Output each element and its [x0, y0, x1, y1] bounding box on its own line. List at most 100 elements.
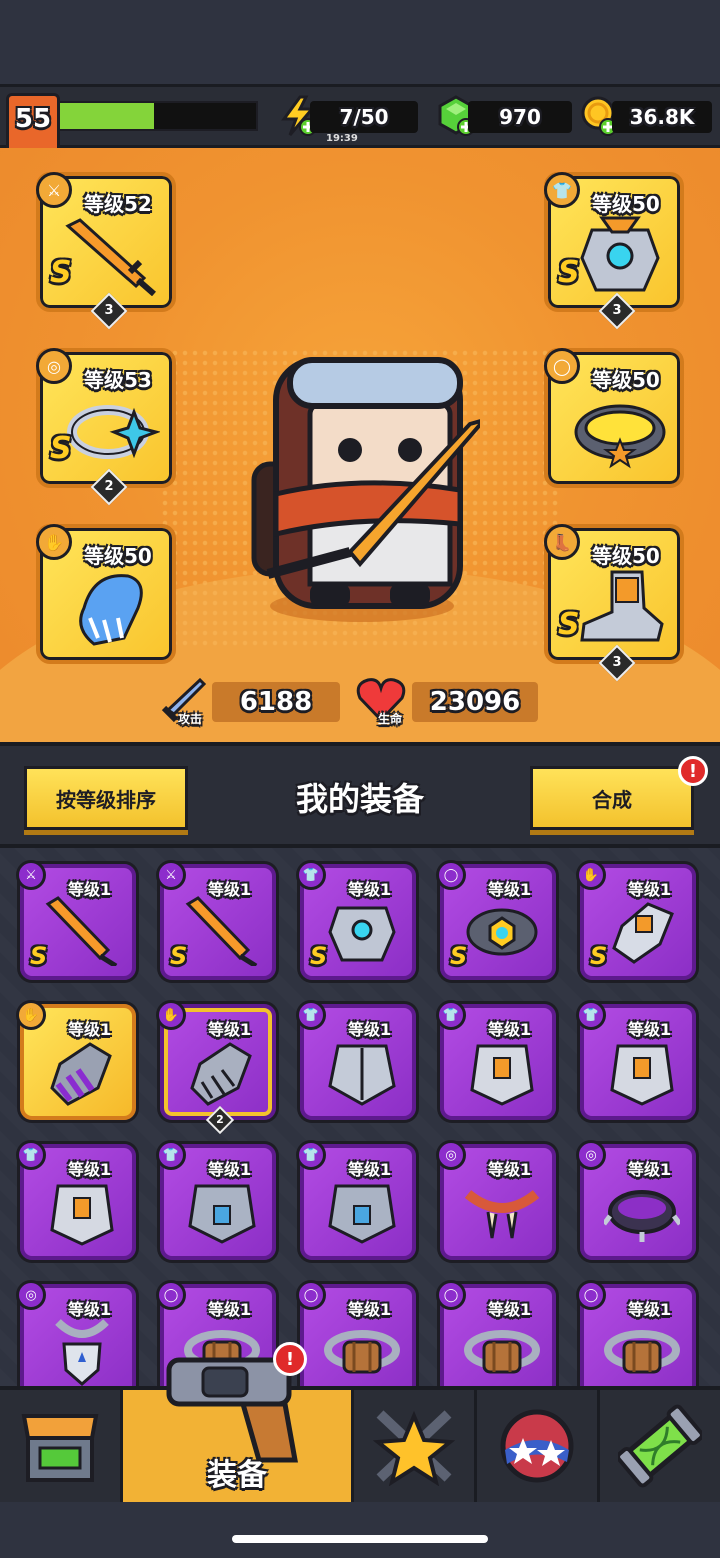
- belt-type-icon: ◯: [436, 1280, 466, 1310]
- weapon-type-icon: ⚔: [36, 172, 72, 208]
- inventory-item[interactable]: ✋ 等级1 S: [576, 860, 696, 980]
- star-count-badge: 3: [90, 292, 128, 330]
- energy-timer: 19:39: [326, 133, 358, 144]
- inventory-item[interactable]: ◯ 等级1: [436, 1280, 556, 1388]
- item-level: 等级1: [68, 1020, 112, 1039]
- star-count-badge: 2: [90, 468, 128, 506]
- armor-type-icon: 👕: [296, 1000, 326, 1030]
- armor-type-icon: 👕: [576, 1000, 606, 1030]
- equipped-level: 等级50: [84, 544, 152, 568]
- inventory-item[interactable]: ◯ 等级1: [576, 1280, 696, 1388]
- inventory-item[interactable]: ◯ 等级1 S: [436, 860, 556, 980]
- equipped-glove-slot[interactable]: ✋ 等级50: [36, 524, 176, 664]
- orange-sword-icon: [45, 896, 118, 966]
- dna-capsule-icon: [618, 1404, 702, 1488]
- belt-type-icon: ◯: [576, 1280, 606, 1310]
- tab-shop[interactable]: [0, 1390, 123, 1502]
- tab-equipment[interactable]: ! 装备: [123, 1342, 354, 1502]
- star-ball-icon: [500, 1409, 574, 1483]
- star-count-badge: 3: [598, 292, 636, 330]
- equipped-level: 等级52: [84, 192, 152, 216]
- rank-badge: S: [170, 942, 188, 970]
- glove-type-icon: ✋: [36, 524, 72, 560]
- bottom-nav: ! 装备: [0, 1342, 720, 1502]
- orange-sword-icon: [65, 218, 156, 296]
- chain-armor-icon: [188, 1184, 256, 1244]
- inventory-item[interactable]: 👕 等级1: [16, 1140, 136, 1260]
- tab-evolve[interactable]: [600, 1390, 720, 1502]
- equipped-weapon-slot[interactable]: ⚔ 等级52 S 3: [36, 172, 176, 330]
- rope-belt-icon: [604, 1330, 680, 1374]
- gem-counter[interactable]: 970: [468, 101, 572, 133]
- rank-badge: S: [558, 607, 580, 642]
- steel-cuirass-icon: [328, 1044, 396, 1106]
- item-level: 等级1: [348, 1300, 392, 1319]
- equipped-level: 等级53: [84, 368, 152, 392]
- equipped-necklace-slot[interactable]: ◎ 等级53 S 2: [36, 348, 176, 506]
- armor-type-icon: 👕: [156, 1140, 186, 1170]
- belt-type-icon: ◯: [156, 1280, 186, 1310]
- tab-pets[interactable]: [477, 1390, 600, 1502]
- energy-counter[interactable]: 7/50: [310, 101, 418, 133]
- inventory-item[interactable]: 👕 等级1: [156, 1140, 276, 1260]
- xp-bar: [58, 101, 258, 131]
- merge-button[interactable]: 合成: [530, 766, 694, 830]
- inventory-item[interactable]: ◎ 等级1: [436, 1140, 556, 1260]
- belt-type-icon: ◯: [544, 348, 580, 384]
- necklace-type-icon: ◎: [16, 1280, 46, 1310]
- inventory-grid: ⚔ 等级1 S ⚔ 等级1 S 👕 等级1 S ◯ 等级1 S ✋ 等级1 S ✋ 等级1 ✋ 等级1 2 👕 等级1 👕 等…: [0, 848, 720, 1388]
- rope-belt-icon: [324, 1330, 400, 1374]
- inventory-item[interactable]: 👕 等级1: [296, 1140, 416, 1260]
- item-level: 等级1: [348, 1020, 392, 1039]
- studded-belt-icon: [574, 404, 666, 469]
- system-status-area: [0, 0, 720, 84]
- resource-bar: 55 7/50 19:39 970 36.8K: [0, 84, 720, 159]
- inventory-item[interactable]: ⚔ 等级1 S: [156, 860, 276, 980]
- fang-necklace-icon: [464, 1190, 540, 1239]
- orange-sword-icon: [185, 896, 258, 966]
- inventory-item[interactable]: ◎ 等级1: [576, 1140, 696, 1260]
- rank-badge: S: [30, 942, 48, 970]
- mech-glove-icon: [612, 902, 674, 964]
- inventory-item[interactable]: ✋ 等级1: [16, 1000, 136, 1120]
- inventory-item[interactable]: ◎ 等级1: [16, 1280, 136, 1388]
- equipped-boots-slot[interactable]: 👢 等级50 S 3: [544, 524, 684, 682]
- rank-badge: S: [50, 255, 72, 290]
- hero-character[interactable]: [250, 354, 480, 624]
- inventory-item[interactable]: ⚔ 等级1 S: [16, 860, 136, 980]
- weapon-type-icon: ⚔: [16, 860, 46, 890]
- inventory-item[interactable]: 👕 等级1: [296, 1000, 416, 1120]
- home-indicator[interactable]: [232, 1535, 488, 1543]
- item-level: 等级1: [68, 1300, 112, 1319]
- inventory-item[interactable]: ◯ 等级1: [296, 1280, 416, 1388]
- xp-fill: [60, 103, 155, 129]
- mech-armor-icon: [580, 216, 660, 292]
- star-count-badge: 2: [205, 1105, 235, 1135]
- gold-belt-icon: [466, 908, 538, 956]
- item-level: 等级1: [68, 1160, 112, 1179]
- item-level: 等级1: [208, 1300, 252, 1319]
- item-level: 等级1: [628, 880, 672, 899]
- tab-talents[interactable]: [354, 1390, 477, 1502]
- glove-type-icon: ✋: [156, 1000, 186, 1030]
- page-title: 我的装备: [295, 780, 424, 818]
- star-swords-icon: [372, 1410, 456, 1486]
- sort-by-level-button[interactable]: 按等级排序: [24, 766, 188, 830]
- equipped-level: 等级50: [592, 544, 660, 568]
- weapon-type-icon: ⚔: [156, 860, 186, 890]
- item-level: 等级1: [488, 880, 532, 899]
- attack-label: 攻击: [178, 712, 203, 726]
- item-level: 等级1: [68, 880, 112, 899]
- star-ring-icon: [67, 405, 160, 459]
- plate-armor-icon: [470, 1044, 534, 1106]
- inventory-item[interactable]: 👕 等级1: [436, 1000, 556, 1120]
- equipped-armor-slot[interactable]: 👕 等级50 S 3: [544, 172, 684, 330]
- inventory-item[interactable]: 👕 等级1 S: [296, 860, 416, 980]
- item-level: 等级1: [208, 880, 252, 899]
- inventory-item[interactable]: 👕 等级1: [576, 1000, 696, 1120]
- inventory-item[interactable]: ✋ 等级1 2: [156, 1000, 276, 1135]
- glove-type-icon: ✋: [16, 1000, 46, 1030]
- equipped-belt-slot[interactable]: ◯ 等级50: [544, 348, 684, 488]
- item-level: 等级1: [208, 1020, 252, 1039]
- gold-counter[interactable]: 36.8K: [612, 101, 712, 133]
